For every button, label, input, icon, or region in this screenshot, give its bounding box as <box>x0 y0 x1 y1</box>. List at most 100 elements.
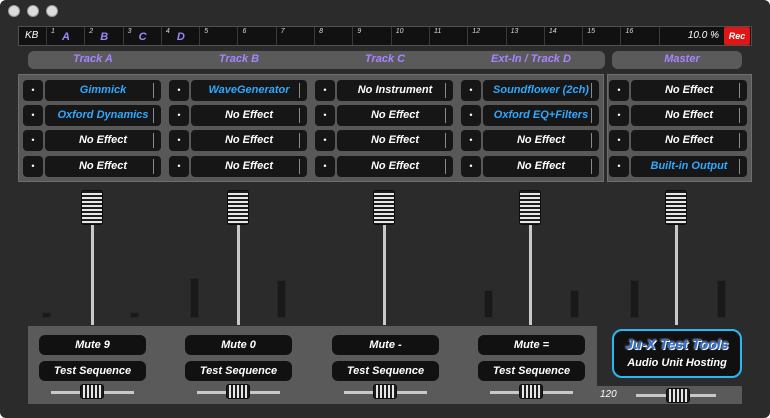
keyboard-key-12[interactable]: 12 <box>468 27 507 45</box>
plugin-selector[interactable]: No Effect <box>337 130 453 151</box>
key-number: 14 <box>548 28 557 35</box>
slot-menu-button[interactable]: • <box>23 80 43 101</box>
rec-button[interactable]: Rec <box>724 27 750 45</box>
mute-button-1[interactable]: Mute 0 <box>185 335 292 355</box>
plugin-selector[interactable]: Gimmick <box>45 80 161 101</box>
track-0-slot-2: • Oxford Dynamics <box>23 105 161 126</box>
plugin-selector[interactable]: No Effect <box>337 156 453 177</box>
keyboard-key-10[interactable]: 10 <box>392 27 430 45</box>
slot-menu-button[interactable]: • <box>609 80 629 101</box>
volume-fader-knob-1[interactable] <box>227 190 249 225</box>
zoom-window-button[interactable] <box>46 5 58 17</box>
logo-title: Ju-X Test Tools <box>625 336 729 352</box>
plugin-selector[interactable]: Oxford EQ+Filters <box>483 105 599 126</box>
slot-menu-button[interactable]: • <box>315 105 335 126</box>
slot-menu-button[interactable]: • <box>461 156 481 177</box>
track-header-2: Track C <box>364 53 406 65</box>
slot-menu-button[interactable]: • <box>461 80 481 101</box>
slot-menu-button[interactable]: • <box>23 130 43 151</box>
minimize-window-button[interactable] <box>27 5 39 17</box>
track-3-slot-3: • No Effect <box>461 130 599 151</box>
plugin-selector[interactable]: No Effect <box>45 156 161 177</box>
pan-slider-knob-2[interactable] <box>373 384 397 399</box>
plugin-selector[interactable]: Soundflower (2ch) <box>483 80 599 101</box>
app-window: KB 1 A 2 B 3 C 4 D 5 6 7 8 9 10 11 12 13 14 15 16 10.0 % Re… <box>0 0 770 418</box>
keyboard-key-2[interactable]: 2B <box>85 27 124 45</box>
plugin-selector[interactable]: Built-in Output <box>631 156 747 177</box>
keyboard-strip: KB 1 A 2 B 3 C 4 D 5 6 7 8 9 10 11 12 13 14 15 16 10.0 % Re… <box>18 26 752 46</box>
slot-menu-button[interactable]: • <box>609 130 629 151</box>
mute-button-3[interactable]: Mute = <box>478 335 585 355</box>
track-2-slot-3: • No Effect <box>315 130 453 151</box>
slot-menu-button[interactable]: • <box>169 130 189 151</box>
test-sequence-button-2[interactable]: Test Sequence <box>332 361 439 381</box>
keyboard-key-6[interactable]: 6 <box>239 27 277 45</box>
track-3-slot-4: • No Effect <box>461 156 599 177</box>
volume-fader-knob-2[interactable] <box>373 190 395 225</box>
key-number: 4 <box>165 28 170 35</box>
track-header-0: Track A <box>73 53 113 65</box>
test-sequence-button-3[interactable]: Test Sequence <box>478 361 585 381</box>
keyboard-key-14[interactable]: 14 <box>545 27 584 45</box>
pan-slider-knob-3[interactable] <box>519 384 543 399</box>
slot-menu-button[interactable]: • <box>169 105 189 126</box>
level-meter <box>130 312 139 318</box>
slot-menu-button[interactable]: • <box>169 80 189 101</box>
key-number: 2 <box>89 28 94 35</box>
mute-button-0[interactable]: Mute 9 <box>39 335 146 355</box>
keyboard-key-9[interactable]: 9 <box>353 27 392 45</box>
plugin-selector[interactable]: No Effect <box>631 80 747 101</box>
slot-menu-button[interactable]: • <box>315 130 335 151</box>
test-sequence-button-0[interactable]: Test Sequence <box>39 361 146 381</box>
slot-menu-button[interactable]: • <box>169 156 189 177</box>
plugin-selector[interactable]: WaveGenerator <box>191 80 307 101</box>
test-sequence-button-1[interactable]: Test Sequence <box>185 361 292 381</box>
keyboard-key-4[interactable]: 4D <box>162 27 201 45</box>
keyboard-key-16[interactable]: 16 <box>622 27 660 45</box>
keyboard-key-3[interactable]: 3C <box>124 27 162 45</box>
plugin-selector[interactable]: Oxford Dynamics <box>45 105 161 126</box>
slot-menu-button[interactable]: • <box>461 130 481 151</box>
mute-button-2[interactable]: Mute - <box>332 335 439 355</box>
plugin-selector[interactable]: No Effect <box>45 130 161 151</box>
slot-menu-button[interactable]: • <box>461 105 481 126</box>
keyboard-key-7[interactable]: 7 <box>277 27 316 45</box>
level-meter <box>190 278 199 318</box>
plugin-selector[interactable]: No Effect <box>337 105 453 126</box>
key-number: 9 <box>357 28 362 35</box>
slot-menu-button[interactable]: • <box>315 156 335 177</box>
keyboard-key-11[interactable]: 11 <box>430 27 469 45</box>
plugin-selector[interactable]: No Instrument <box>337 80 453 101</box>
level-meter <box>630 280 639 318</box>
keyboard-key-1[interactable]: 1A <box>47 27 86 45</box>
plugin-selector[interactable]: No Effect <box>483 130 599 151</box>
tempo-slider-knob[interactable] <box>666 388 690 403</box>
plugin-selector[interactable]: No Effect <box>631 105 747 126</box>
track-header-3: Ext-In / Track D <box>491 53 571 65</box>
keyboard-key-8[interactable]: 8 <box>315 27 354 45</box>
key-number: 8 <box>319 28 323 35</box>
plugin-selector[interactable]: No Effect <box>483 156 599 177</box>
key-number: 15 <box>587 28 595 35</box>
keyboard-key-15[interactable]: 15 <box>583 27 622 45</box>
pan-slider-knob-1[interactable] <box>226 384 250 399</box>
volume-fader-knob-3[interactable] <box>519 190 541 225</box>
volume-fader-knob-4[interactable] <box>665 190 687 225</box>
slot-menu-button[interactable]: • <box>609 156 629 177</box>
keyboard-key-5[interactable]: 5 <box>200 27 239 45</box>
slot-menu-button[interactable]: • <box>23 156 43 177</box>
slot-menu-button[interactable]: • <box>315 80 335 101</box>
keyboard-key-13[interactable]: 13 <box>507 27 545 45</box>
level-meter <box>277 280 286 318</box>
plugin-selector[interactable]: No Effect <box>191 130 307 151</box>
plugin-selector[interactable]: No Effect <box>631 130 747 151</box>
tempo-value: 120 <box>600 389 617 400</box>
plugin-selector[interactable]: No Effect <box>191 105 307 126</box>
volume-fader-knob-0[interactable] <box>81 190 103 225</box>
pan-slider-knob-0[interactable] <box>80 384 104 399</box>
close-window-button[interactable] <box>8 5 20 17</box>
plugin-selector[interactable]: No Effect <box>191 156 307 177</box>
slot-menu-button[interactable]: • <box>23 105 43 126</box>
level-meter <box>570 290 579 318</box>
slot-menu-button[interactable]: • <box>609 105 629 126</box>
